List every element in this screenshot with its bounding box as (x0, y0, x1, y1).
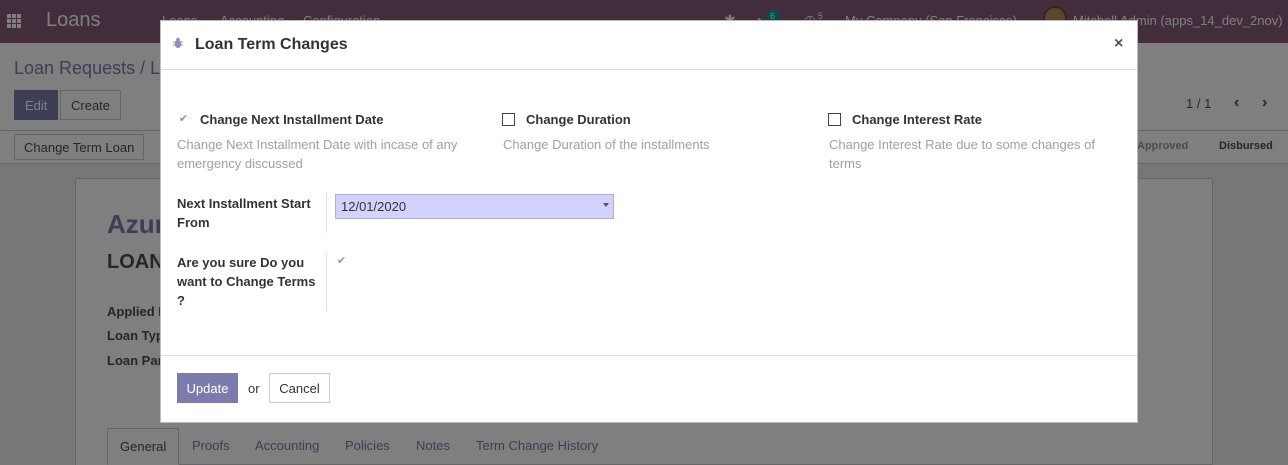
cancel-button[interactable]: Cancel (269, 373, 330, 403)
dialog-title: Loan Term Changes (195, 36, 348, 53)
change-duration-label: Change Duration (526, 112, 631, 127)
confirm-change-terms-label: Are you sure Do you want to Change Terms… (177, 255, 316, 308)
confirm-change-terms-checkbox[interactable]: ✔ (335, 255, 348, 268)
change-next-installment-label: Change Next Installment Date (200, 112, 384, 127)
field-separator (326, 193, 327, 233)
or-separator: or (248, 381, 260, 396)
change-duration-checkbox[interactable] (502, 113, 515, 126)
bug-icon (173, 37, 183, 48)
dialog-header: Loan Term Changes × (161, 21, 1137, 70)
loan-term-changes-dialog: Loan Term Changes × ✔ Change Next Instal… (160, 20, 1138, 423)
field-separator (326, 253, 327, 311)
change-duration-help: Change Duration of the installments (503, 137, 710, 152)
change-interest-rate-checkbox[interactable] (828, 113, 841, 126)
update-button[interactable]: Update (177, 373, 238, 403)
next-installment-date-input[interactable] (335, 194, 614, 219)
change-next-installment-help: Change Next Installment Date with incase… (177, 137, 458, 171)
change-interest-rate-help: Change Interest Rate due to some changes… (829, 137, 1095, 171)
date-dropdown-caret-icon[interactable] (603, 203, 609, 207)
close-icon[interactable]: × (1114, 35, 1123, 53)
next-installment-start-label: Next Installment Start From (177, 196, 311, 230)
change-interest-rate-label: Change Interest Rate (852, 112, 983, 127)
dialog-footer: Update or Cancel (161, 355, 1137, 423)
change-next-installment-checkbox[interactable]: ✔ (177, 113, 190, 126)
